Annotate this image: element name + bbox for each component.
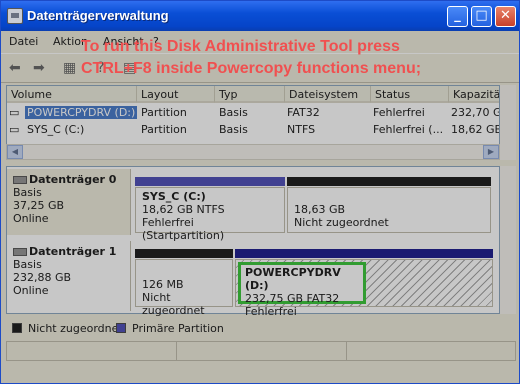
- unallocated-swatch: [12, 323, 22, 333]
- disk0-primary-bar: [135, 177, 285, 186]
- disk1-unallocated-bar: [135, 249, 233, 258]
- selected-partition-box: POWERCPYDRV (D:) 232,75 GB FAT32 Fehlerf…: [238, 262, 366, 318]
- scroll-right-icon[interactable]: ▶: [483, 145, 499, 159]
- disk0-state: Online: [13, 212, 49, 225]
- hard-disk-icon: [13, 248, 27, 256]
- disk1-label[interactable]: Datenträger 1 Basis 232,88 GB Online: [7, 241, 131, 311]
- disk-view-vertical-scrollbar[interactable]: [500, 166, 516, 314]
- col-header-filesystem[interactable]: Dateisystem: [285, 86, 371, 103]
- col-header-layout[interactable]: Layout: [137, 86, 215, 103]
- partition-status: Nicht zugeordnet: [294, 216, 389, 229]
- partition-sys-c[interactable]: SYS_C (C:) 18,62 GB NTFS Fehlerfrei (Sta…: [135, 187, 285, 242]
- cell-type: Basis: [219, 123, 248, 136]
- disk1-type: Basis: [13, 258, 42, 271]
- arrow-left-icon[interactable]: ⬅: [9, 60, 21, 76]
- cell-status: Fehlerfrei (...: [373, 123, 444, 136]
- cell-status: Fehlerfrei: [373, 106, 425, 119]
- partition-name: SYS_C (C:): [142, 190, 206, 203]
- drive-icon: ▭: [9, 106, 20, 119]
- scroll-left-icon[interactable]: ◀: [7, 145, 23, 159]
- hard-disk-icon: [13, 176, 27, 184]
- cell-layout: Partition: [141, 123, 187, 136]
- disk1-size: 232,88 GB: [13, 271, 72, 284]
- menu-file[interactable]: Datei: [9, 35, 38, 48]
- disk1-title: Datenträger 1: [29, 245, 117, 258]
- table-row[interactable]: ▭ SYS_C (C:) Partition Basis NTFS Fehler…: [7, 121, 500, 138]
- cell-capacity: 18,62 GB: [451, 123, 500, 136]
- partition-status: Nicht zugeordnet: [142, 291, 205, 317]
- arrow-right-icon[interactable]: ➡: [33, 60, 45, 76]
- volume-list-vertical-scrollbar[interactable]: [500, 85, 516, 160]
- overlay-line-1: To run this Disk Administrative Tool pre…: [81, 38, 400, 55]
- disk-graphical-view: Datenträger 0 Basis 37,25 GB Online SYS_…: [6, 166, 500, 318]
- disk1-primary-bar: [235, 249, 493, 258]
- primary-swatch: [116, 323, 126, 333]
- close-icon[interactable]: ✕: [495, 6, 516, 27]
- disk0-type: Basis: [13, 186, 42, 199]
- disk0-label[interactable]: Datenträger 0 Basis 37,25 GB Online: [7, 169, 131, 235]
- overlay-line-2: CTRL+F8 inside Powercopy functions menu;: [81, 60, 422, 77]
- app-window: Datenträgerverwaltung _ □ ✕ Datei Aktion…: [0, 0, 520, 384]
- col-header-type[interactable]: Typ: [215, 86, 285, 103]
- disk1-state: Online: [13, 284, 49, 297]
- status-cell: [177, 342, 347, 360]
- disk0-unallocated-bar: [287, 177, 491, 186]
- disk0-title: Datenträger 0: [29, 173, 117, 186]
- partition-status: Fehlerfrei (Startpartition): [142, 216, 225, 242]
- col-header-volume[interactable]: Volume: [7, 86, 137, 103]
- title-bar[interactable]: Datenträgerverwaltung _ □ ✕: [1, 1, 519, 31]
- partition-powercpydrv[interactable]: POWERCPYDRV (D:) 232,75 GB FAT32 Fehlerf…: [235, 259, 493, 318]
- horizontal-scrollbar[interactable]: ◀ ▶: [6, 144, 500, 160]
- partition-detail: 232,75 GB FAT32: [245, 292, 340, 305]
- status-cell: [7, 342, 177, 360]
- drive-icon: ▭: [9, 123, 20, 136]
- legend-unallocated: Nicht zugeordnet: [28, 322, 123, 335]
- cell-type: Basis: [219, 106, 248, 119]
- disk-management-icon: [7, 8, 23, 24]
- table-row[interactable]: ▭ POWERCPYDRV (D:) Partition Basis FAT32…: [7, 104, 499, 121]
- partition-detail: 18,62 GB NTFS: [142, 203, 225, 216]
- cell-filesystem: FAT32: [287, 106, 320, 119]
- partition-size: 126 MB: [142, 278, 184, 291]
- cell-filesystem: NTFS: [287, 123, 316, 136]
- status-bar: [6, 341, 516, 361]
- window-title: Datenträgerverwaltung: [27, 8, 169, 23]
- cell-capacity: 232,70 GB: [451, 106, 499, 119]
- partition-unallocated-disk0[interactable]: 18,63 GB Nicht zugeordnet: [287, 187, 491, 233]
- col-header-capacity[interactable]: Kapazität: [449, 86, 499, 103]
- legend-primary: Primäre Partition: [132, 322, 224, 335]
- maximize-icon[interactable]: □: [471, 6, 492, 27]
- partition-name: POWERCPYDRV (D:): [245, 266, 341, 292]
- col-header-status[interactable]: Status: [371, 86, 449, 103]
- partition-size: 18,63 GB: [294, 203, 346, 216]
- cell-layout: Partition: [141, 106, 187, 119]
- instruction-overlay: To run this Disk Administrative Tool pre…: [81, 36, 501, 80]
- partition-unallocated-disk1[interactable]: 126 MB Nicht zugeordnet: [135, 259, 233, 317]
- cell-volume: SYS_C (C:): [27, 123, 85, 136]
- disk0-size: 37,25 GB: [13, 199, 65, 212]
- minimize-icon[interactable]: _: [447, 6, 468, 27]
- legend: Nicht zugeordnet Primäre Partition: [6, 319, 516, 339]
- cell-volume: POWERCPYDRV (D:): [25, 106, 138, 119]
- partition-status: Fehlerfrei: [245, 305, 297, 318]
- properties-icon[interactable]: ▦: [63, 60, 76, 76]
